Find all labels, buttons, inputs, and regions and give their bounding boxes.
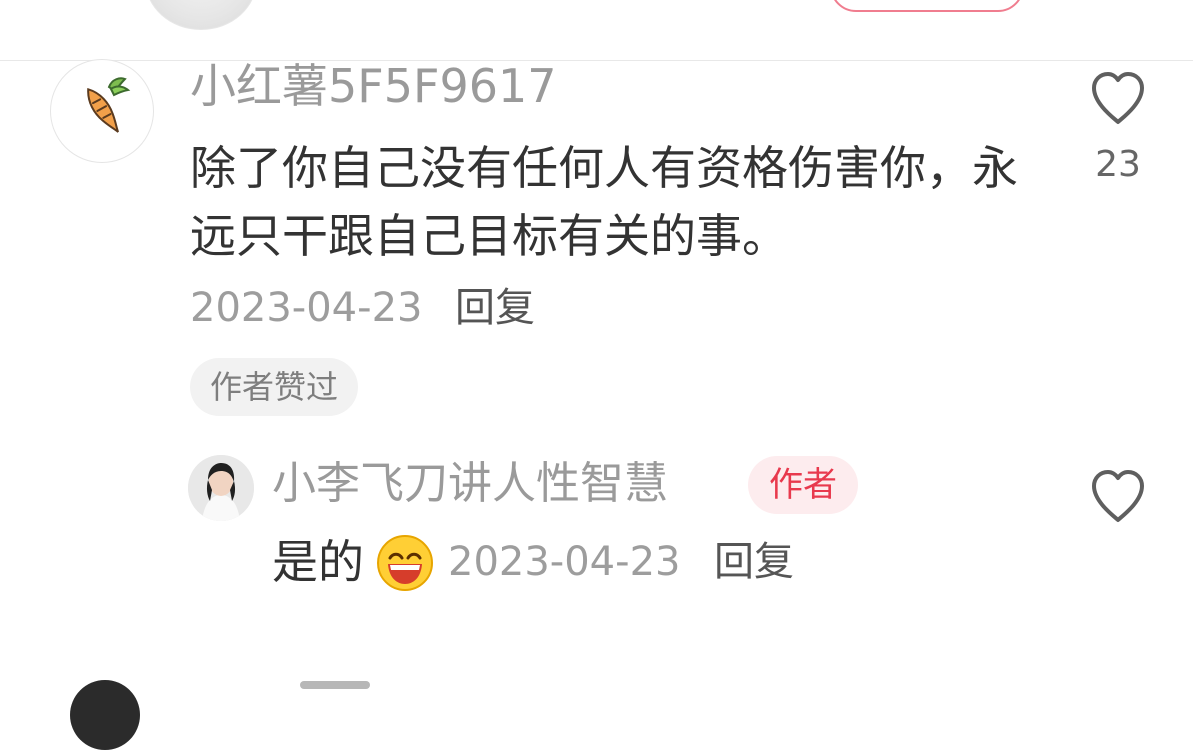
- next-comment-avatar[interactable]: [70, 680, 140, 750]
- comment-username[interactable]: 小红薯5F5F9617: [190, 56, 557, 116]
- reply-text: 是的: [272, 535, 364, 589]
- comment-date: 2023-04-23: [190, 285, 423, 331]
- author-badge: 作者: [748, 456, 858, 514]
- reply-like-button[interactable]: [1088, 468, 1148, 528]
- reply-button[interactable]: 回复: [455, 280, 535, 336]
- grinning-face-icon: [376, 534, 434, 592]
- heart-icon: [1088, 470, 1148, 528]
- author-liked-badge: 作者赞过: [190, 358, 359, 416]
- reply-date: 2023-04-23: [448, 539, 681, 585]
- author-avatar[interactable]: [188, 455, 254, 521]
- comment-like-button[interactable]: [1088, 70, 1148, 130]
- previous-follow-button[interactable]: [830, 0, 1024, 12]
- reply-reply-button[interactable]: 回复: [714, 534, 794, 590]
- heart-icon: [1088, 72, 1148, 130]
- next-comment-username[interactable]: [300, 681, 370, 689]
- user-avatar[interactable]: [50, 59, 154, 163]
- comment-like-count: 23: [1095, 144, 1141, 185]
- reply-username[interactable]: 小李飞刀讲人性智慧: [272, 454, 668, 514]
- previous-comment-avatar[interactable]: [145, 0, 257, 30]
- comment-text: 除了你自己没有任何人有资格伤害你，永远只干跟自己目标有关的事。: [190, 141, 1018, 263]
- comment-divider: [0, 60, 1193, 61]
- carrot-icon: [70, 77, 134, 145]
